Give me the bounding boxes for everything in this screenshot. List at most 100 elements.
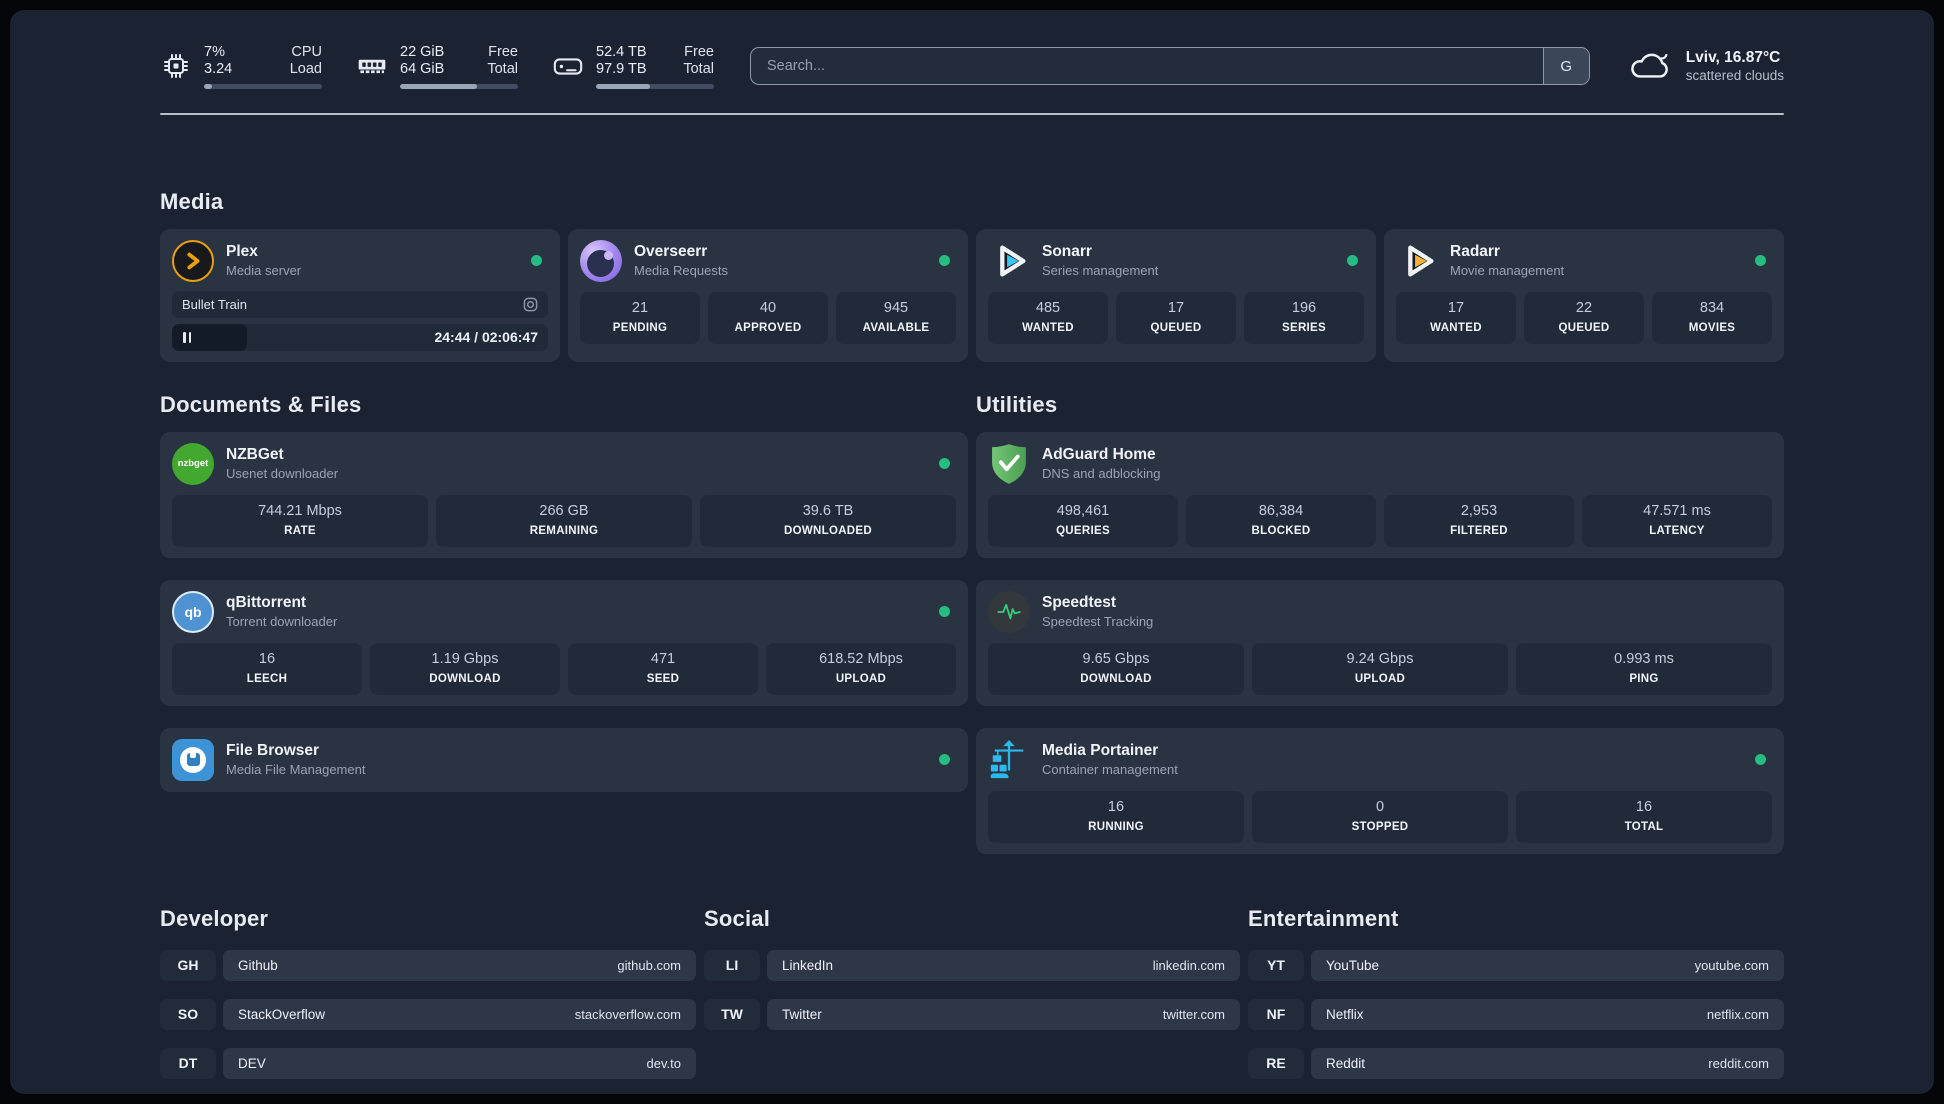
stat-value: 266 GB <box>539 502 589 519</box>
status-dot <box>1755 255 1766 266</box>
section-documents: Documents & Files nzbget NZBGet Usenet d… <box>160 392 968 792</box>
dashboard: 7% 3.24 CPU Load 22 GiB 64 GiB Free Tota… <box>10 10 1934 1094</box>
media-grid: Plex Media server Bullet Train 24:44 / 0… <box>160 228 1784 362</box>
stat-tile: 485 WANTED <box>988 291 1108 344</box>
app-card-overseerr[interactable]: Overseerr Media Requests 21 PENDING 40 APP… <box>568 228 968 362</box>
stat-value: 471 <box>650 650 676 667</box>
app-card-speedtest[interactable]: Speedtest Speedtest Tracking 9.65 Gbps DO… <box>976 579 1784 706</box>
stat-value: 16 <box>258 650 276 667</box>
qbittorrent-icon: qb <box>172 590 214 633</box>
stat-label: MOVIES <box>1688 321 1736 334</box>
stat-tile: 9.24 Gbps UPLOAD <box>1252 642 1508 695</box>
app-subtitle: Speedtest Tracking <box>1042 614 1154 629</box>
app-card-portainer[interactable]: Media Portainer Container management 16 R… <box>976 727 1784 854</box>
link-abbr[interactable]: DT <box>160 1047 216 1079</box>
link-abbr[interactable]: SO <box>160 998 216 1030</box>
search-input[interactable] <box>751 48 1543 85</box>
link-reddit[interactable]: Reddit reddit.com <box>1311 1047 1784 1079</box>
link-twitter[interactable]: Twitter twitter.com <box>767 998 1240 1030</box>
app-card-nzbget[interactable]: nzbget NZBGet Usenet downloader 744.21 M… <box>160 431 968 558</box>
app-subtitle: Usenet downloader <box>226 466 339 481</box>
link-name: Twitter <box>782 1006 822 1022</box>
stat-tile: 17 QUEUED <box>1116 291 1236 344</box>
link-dev[interactable]: DEV dev.to <box>223 1047 696 1079</box>
link-abbr[interactable]: RE <box>1248 1047 1304 1079</box>
app-card-radarr[interactable]: Radarr Movie management 17 WANTED 22 QUEUE… <box>1384 228 1784 362</box>
documents-section-title: Documents & Files <box>160 391 362 417</box>
stat-value: 86,384 <box>1258 502 1304 519</box>
session-settings-icon[interactable] <box>523 297 538 312</box>
search-engine-button[interactable]: G <box>1542 48 1589 85</box>
app-card-filebrowser[interactable]: File Browser Media File Management <box>160 727 968 792</box>
window-frame: 7% 3.24 CPU Load 22 GiB 64 GiB Free Tota… <box>0 0 1944 1104</box>
stat-label: FILTERED <box>1450 524 1508 537</box>
disk-progress-fill <box>596 84 651 89</box>
weather-location: Lviv, 16.87°C <box>1685 49 1781 67</box>
stat-label: DOWNLOADED <box>784 524 872 537</box>
app-title: Plex <box>226 243 258 260</box>
stat-tile: 834 MOVIES <box>1652 291 1772 344</box>
stat-value: 47.571 ms <box>1643 502 1711 519</box>
app-card-sonarr[interactable]: Sonarr Series management 485 WANTED 17 QUE… <box>976 228 1376 362</box>
link-youtube[interactable]: YouTube youtube.com <box>1311 949 1784 981</box>
stat-label: PING <box>1629 672 1659 685</box>
now-playing-track: Bullet Train <box>172 290 548 318</box>
track-title: Bullet Train <box>182 296 248 312</box>
section-entertainment: Entertainment YT YouTube youtube.com NF … <box>1248 906 1784 1079</box>
link-abbr[interactable]: NF <box>1248 998 1304 1030</box>
stat-value: 0 <box>1375 798 1385 815</box>
overseerr-icon <box>580 239 622 282</box>
stat-value: 22 <box>1575 299 1593 316</box>
link-url: github.com <box>617 957 681 973</box>
stat-tile: 9.65 Gbps DOWNLOAD <box>988 642 1244 695</box>
stat-tile: 17 WANTED <box>1396 291 1516 344</box>
playback-progressbar: 24:44 / 02:06:47 <box>172 323 548 351</box>
stat-value: 17 <box>1447 299 1465 316</box>
app-card-plex[interactable]: Plex Media server Bullet Train 24:44 / 0… <box>160 228 560 362</box>
stat-tile: 471 SEED <box>568 642 758 695</box>
app-subtitle: Torrent downloader <box>226 614 338 629</box>
disk-data: 52.4 TB 97.9 TB Free Total <box>596 44 714 89</box>
stat-tile: 618.52 Mbps UPLOAD <box>766 642 956 695</box>
link-linkedin[interactable]: LinkedIn linkedin.com <box>767 949 1240 981</box>
app-card-qbittorrent[interactable]: qb qBittorrent Torrent downloader 16 LEEC… <box>160 579 968 706</box>
link-netflix[interactable]: Netflix netflix.com <box>1311 998 1784 1030</box>
adguard-stats: 498,461 QUERIES 86,384 BLOCKED 2,953 FILTER… <box>988 494 1772 547</box>
link-stackoverflow[interactable]: StackOverflow stackoverflow.com <box>223 998 696 1030</box>
link-github[interactable]: Github github.com <box>223 949 696 981</box>
stat-value: 9.65 Gbps <box>1082 650 1150 667</box>
link-name: Netflix <box>1326 1006 1364 1022</box>
stat-value: 0.993 ms <box>1614 650 1674 667</box>
stat-value: 196 <box>1291 299 1317 316</box>
radarr-stats: 17 WANTED 22 QUEUED 834 MOVIES <box>1396 291 1772 344</box>
pause-icon[interactable] <box>183 331 192 343</box>
status-dot <box>1755 754 1766 765</box>
stat-tile: 86,384 BLOCKED <box>1186 494 1376 547</box>
memory-icon <box>356 50 388 82</box>
disk-free-value: 52.4 TB <box>596 44 647 60</box>
stat-tile: 47.571 ms LATENCY <box>1582 494 1772 547</box>
link-abbr[interactable]: TW <box>704 998 760 1030</box>
stat-value: 498,461 <box>1056 502 1110 519</box>
link-abbr[interactable]: LI <box>704 949 760 981</box>
stat-label: BLOCKED <box>1251 524 1311 537</box>
stat-label: RUNNING <box>1088 820 1144 833</box>
app-subtitle: Movie management <box>1450 263 1565 278</box>
cpu-values: 7% 3.24 <box>204 44 232 78</box>
status-dot <box>939 458 950 469</box>
link-abbr[interactable]: GH <box>160 949 216 981</box>
social-section-title: Social <box>704 905 771 931</box>
stat-value: 744.21 Mbps <box>258 502 342 519</box>
links-area: Developer GH Github github.com SO StackO… <box>160 906 1784 1079</box>
link-abbr[interactable]: YT <box>1248 949 1304 981</box>
stat-label: DOWNLOAD <box>429 672 501 685</box>
disk-icon <box>552 50 584 82</box>
link-url: twitter.com <box>1162 1006 1225 1022</box>
app-card-adguard[interactable]: AdGuard Home DNS and adblocking 498,461 Q… <box>976 431 1784 558</box>
search-bar: G <box>750 47 1590 86</box>
app-subtitle: Media Requests <box>634 263 728 278</box>
stat-tile: 945 AVAILABLE <box>836 291 956 344</box>
cloud-icon <box>1626 48 1672 84</box>
status-dot <box>939 606 950 617</box>
utilities-section-title: Utilities <box>976 391 1058 417</box>
